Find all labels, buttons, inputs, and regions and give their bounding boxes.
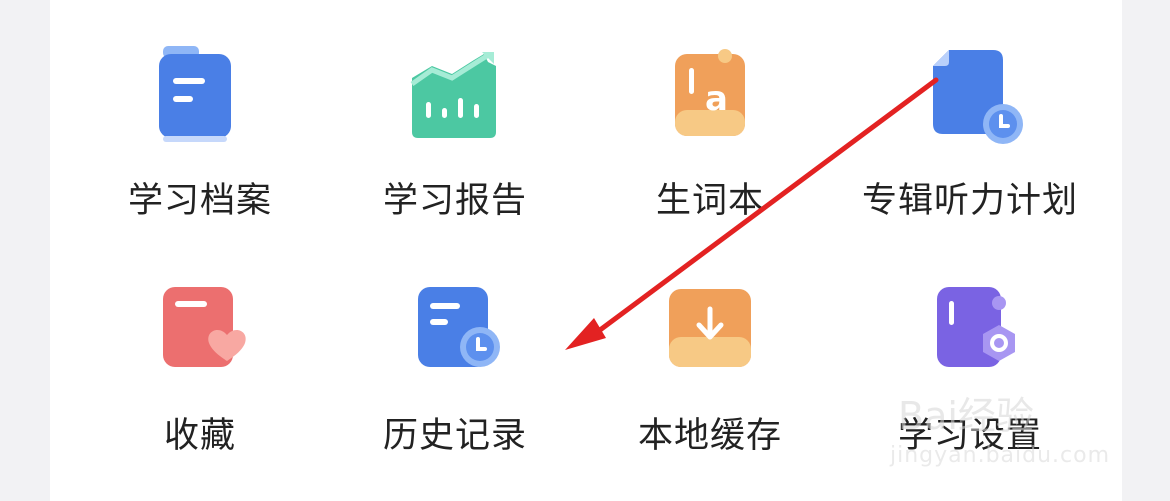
menu-item-study-report[interactable]: 学习报告 bbox=[335, 40, 575, 240]
menu-grid: 学习档案 学习报告 a 生词本 专辑听力计划 收藏 历史记录 本地缓存 学习设置 bbox=[0, 0, 1170, 501]
menu-item-album-listening-plan[interactable]: 专辑听力计划 bbox=[850, 40, 1090, 240]
menu-item-vocabulary[interactable]: a 生词本 bbox=[590, 40, 830, 240]
menu-item-favorites[interactable]: 收藏 bbox=[80, 275, 320, 475]
menu-item-label: 专辑听力计划 bbox=[861, 181, 1078, 221]
menu-item-label: 历史记录 bbox=[382, 416, 527, 456]
menu-item-label: 本地缓存 bbox=[637, 416, 782, 456]
menu-item-label: 学习报告 bbox=[382, 181, 527, 221]
vocabulary-book-icon: a bbox=[675, 49, 745, 136]
menu-item-history[interactable]: 历史记录 bbox=[335, 275, 575, 475]
menu-item-local-cache[interactable]: 本地缓存 bbox=[590, 275, 830, 475]
menu-item-study-profile[interactable]: 学习档案 bbox=[80, 40, 320, 240]
settings-book-icon bbox=[937, 287, 1015, 367]
menu-item-study-settings[interactable]: 学习设置 bbox=[850, 275, 1090, 475]
menu-item-label: 生词本 bbox=[655, 181, 764, 221]
menu-item-label: 学习设置 bbox=[897, 416, 1042, 456]
history-clock-icon bbox=[418, 287, 500, 367]
svg-text:a: a bbox=[705, 79, 728, 119]
heart-note-icon bbox=[163, 287, 246, 367]
download-box-icon bbox=[669, 289, 751, 367]
menu-item-label: 学习档案 bbox=[127, 181, 272, 221]
chart-icon bbox=[410, 51, 496, 138]
document-clock-icon bbox=[933, 50, 1023, 144]
clipboard-icon bbox=[159, 46, 231, 142]
menu-item-label: 收藏 bbox=[163, 416, 236, 456]
